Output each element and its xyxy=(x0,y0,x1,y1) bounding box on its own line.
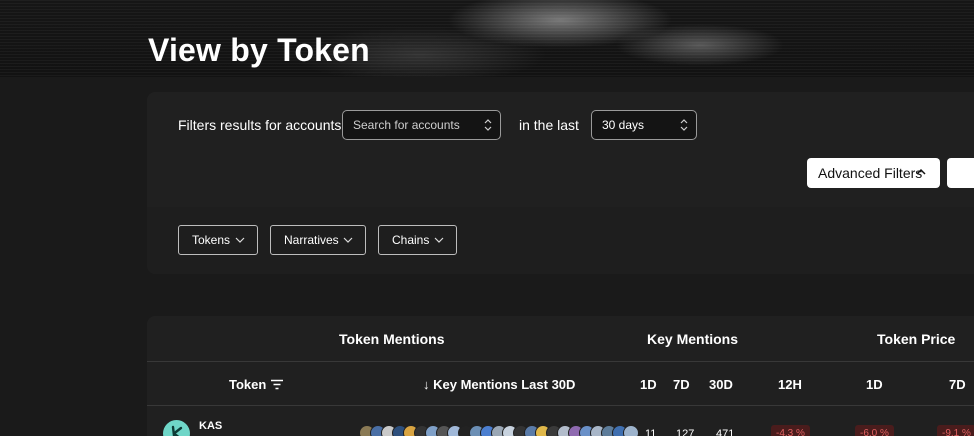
account-search-placeholder: Search for accounts xyxy=(353,118,460,132)
token-symbol[interactable]: KAS xyxy=(199,420,222,432)
chains-filter-label: Chains xyxy=(392,233,430,247)
key-mentions-30d-column-header[interactable]: 30D xyxy=(709,377,733,392)
filter-panel: Filters results for accounts Search for … xyxy=(147,92,974,274)
narratives-filter-label: Narratives xyxy=(284,233,339,247)
token-column-header[interactable]: Token xyxy=(229,377,266,392)
chevron-down-icon xyxy=(434,237,444,243)
token-price-7d-column-header[interactable]: 7D xyxy=(949,377,966,392)
token-mentions-group-header: Token Mentions xyxy=(339,331,445,347)
key-mentions-last-30d-column-header[interactable]: ↓ Key Mentions Last 30D xyxy=(423,377,575,392)
key-mentions-1d-value: 11 xyxy=(645,428,657,436)
mentioning-accounts-avatars[interactable] xyxy=(359,425,639,436)
token-price-12h-column-header[interactable]: 12H xyxy=(778,377,802,392)
price-change-7d-badge: -9.1 % xyxy=(937,425,974,436)
updown-chevron-icon xyxy=(680,119,688,131)
accounts-filter-label: Filters results for accounts xyxy=(178,117,342,133)
key-mentions-7d-column-header[interactable]: 7D xyxy=(673,377,690,392)
advanced-filters-label: Advanced Filters xyxy=(818,165,923,181)
period-select[interactable]: 30 days xyxy=(591,110,697,140)
advanced-filters-button[interactable]: Advanced Filters xyxy=(807,158,940,188)
token-price-1d-column-header[interactable]: 1D xyxy=(866,377,883,392)
page-title: View by Token xyxy=(148,32,370,68)
token-table: Token Mentions Key Mentions Token Price … xyxy=(147,316,974,436)
period-value: 30 days xyxy=(602,118,645,132)
updown-chevron-icon xyxy=(484,119,492,131)
price-change-1d-badge: -6.0 % xyxy=(855,425,894,436)
account-avatar[interactable] xyxy=(623,425,639,436)
key-mentions-group-header: Key Mentions xyxy=(647,331,739,347)
key-mentions-1d-column-header[interactable]: 1D xyxy=(640,377,657,392)
table-group-header-row: Token Mentions Key Mentions Token Price xyxy=(147,316,974,362)
chevron-up-icon xyxy=(916,168,926,175)
in-the-last-label: in the last xyxy=(519,117,579,133)
tokens-filter-label: Tokens xyxy=(192,233,231,247)
table-column-header-row: Token ↓ Key Mentions Last 30D 1D 7D 30D … xyxy=(147,362,974,406)
table-row[interactable]: KAS 11 127 471 -4.3 % -6.0 % -9.1 % xyxy=(147,406,974,436)
chains-filter-dropdown[interactable]: Chains xyxy=(378,225,457,255)
account-search-input[interactable]: Search for accounts xyxy=(342,110,501,140)
filter-lines-icon[interactable] xyxy=(270,379,284,390)
chevron-down-icon xyxy=(235,237,245,243)
secondary-action-button[interactable] xyxy=(947,158,974,188)
price-change-12h-badge: -4.3 % xyxy=(771,425,810,436)
kaspa-logo-icon xyxy=(171,425,183,436)
tokens-filter-dropdown[interactable]: Tokens xyxy=(178,225,258,255)
key-mentions-7d-value: 127 xyxy=(676,428,695,436)
chevron-down-icon xyxy=(343,237,353,243)
narratives-filter-dropdown[interactable]: Narratives xyxy=(270,225,366,255)
token-logo xyxy=(163,420,190,436)
key-mentions-30d-value: 471 xyxy=(716,428,735,436)
token-price-group-header: Token Price xyxy=(877,331,956,347)
hero-banner xyxy=(0,0,974,77)
